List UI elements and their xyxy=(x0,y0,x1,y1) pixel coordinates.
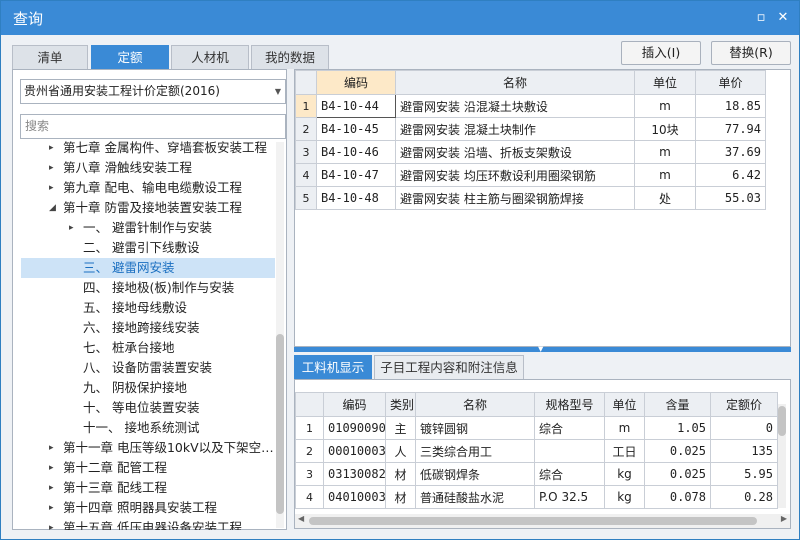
tab-work-content-notes[interactable]: 子目工程内容和附注信息 xyxy=(374,355,524,379)
table-row[interactable]: 1 B4-10-44 避雷网安装 沿混凝土块敷设 m 18.85 xyxy=(295,94,766,118)
tree-node[interactable]: 九、 阴极保护接地 xyxy=(21,378,275,398)
collapse-icon[interactable]: ◢ xyxy=(49,198,56,218)
tree-node[interactable]: 五、 接地母线敷设 xyxy=(21,298,275,318)
expand-icon[interactable]: ▸ xyxy=(49,458,54,478)
replace-button[interactable]: 替换(R) xyxy=(711,41,791,65)
column-header-price[interactable]: 单价 xyxy=(695,70,766,95)
scrollbar-thumb[interactable] xyxy=(309,517,757,525)
expand-icon[interactable]: ▸ xyxy=(49,158,54,178)
quota-tree: ▸ 第七章 金属构件、穿墙套板安装工程 ▸ 第八章 滑触线安装工程 ▸ 第九章 配电、… xyxy=(13,140,275,530)
tab-my-data[interactable]: 我的数据 xyxy=(251,45,329,69)
table-row[interactable]: 3 03130082 材 低碳钢焊条 综合 kg 0.025 5.95 xyxy=(295,462,778,486)
tree-scrollbar[interactable] xyxy=(276,142,284,528)
expand-icon[interactable]: ▸ xyxy=(49,140,54,158)
table-header: 编码 名称 单位 单价 xyxy=(295,70,766,95)
close-icon[interactable]: ✕ xyxy=(775,10,791,26)
tab-material-display[interactable]: 工料机显示 xyxy=(294,355,372,379)
table-header: 编码 类别 名称 规格型号 单位 含量 定额价 xyxy=(295,392,778,417)
tab-labor-material[interactable]: 人材机 xyxy=(171,45,249,69)
corner-cell xyxy=(295,392,324,417)
table-row[interactable]: 4 B4-10-47 避雷网安装 均压环敷设利用圈梁钢筋 m 6.42 xyxy=(295,163,766,187)
expand-icon[interactable]: ▸ xyxy=(49,498,54,518)
left-panel: 贵州省通用安装工程计价定额(2016) ▼ 搜索 ▸ 第七章 金属构件、穿墙套板安… xyxy=(12,69,287,530)
column-header-type[interactable]: 类别 xyxy=(385,392,416,417)
tab-bill[interactable]: 清单 xyxy=(12,45,88,69)
tree-node[interactable]: 六、 接地跨接线安装 xyxy=(21,318,275,338)
table-row[interactable]: 4 04010003 材 普通硅酸盐水泥 P.O 32.5 kg 0.078 0… xyxy=(295,485,778,509)
quota-grid-panel: 编码 名称 单位 单价 1 B4-10-44 避雷网安装 沿混凝土块敷设 m 1… xyxy=(294,69,791,347)
column-header-name[interactable]: 名称 xyxy=(395,70,635,95)
tree-node[interactable]: 七、 桩承台接地 xyxy=(21,338,275,358)
tree-node[interactable]: ▸ 第十一章 电压等级10kV以及下架空… xyxy=(21,438,275,458)
tree-node[interactable]: ▸ 第十三章 配线工程 xyxy=(21,478,275,498)
material-horizontal-scrollbar[interactable]: ◀ ▶ xyxy=(295,514,790,528)
tree-node[interactable]: 二、 避雷引下线敷设 xyxy=(21,238,275,258)
tree-node[interactable]: 四、 接地极(板)制作与安装 xyxy=(21,278,275,298)
tree-node[interactable]: ▸ 第九章 配电、输电电缆敷设工程 xyxy=(21,178,275,198)
scroll-left-icon[interactable]: ◀ xyxy=(298,514,304,523)
tree-node[interactable]: ▸ 第八章 滑触线安装工程 xyxy=(21,158,275,178)
material-table: 编码 类别 名称 规格型号 单位 含量 定额价 1 01090090 主 镀锌圆… xyxy=(295,392,778,509)
material-grid-panel: 编码 类别 名称 规格型号 单位 含量 定额价 1 01090090 主 镀锌圆… xyxy=(294,379,791,529)
column-header-name[interactable]: 名称 xyxy=(415,392,535,417)
tree-node[interactable]: ▸ 第十五章 低压电器设备安装工程 xyxy=(21,518,275,530)
library-select-value: 贵州省通用安装工程计价定额(2016) xyxy=(24,84,220,98)
library-select[interactable]: 贵州省通用安装工程计价定额(2016) ▼ xyxy=(20,79,286,104)
tree-node-selected[interactable]: 三、 避雷网安装 xyxy=(21,258,275,278)
expand-icon[interactable]: ▸ xyxy=(49,178,54,198)
panel-splitter[interactable]: ▼ xyxy=(294,345,791,353)
expand-icon[interactable]: ▸ xyxy=(49,478,54,498)
insert-button[interactable]: 插入(I) xyxy=(621,41,701,65)
table-row[interactable]: 2 00010003 人 三类综合用工 工日 0.025 135 xyxy=(295,439,778,463)
column-header-spec[interactable]: 规格型号 xyxy=(534,392,605,417)
expand-icon[interactable]: ▸ xyxy=(49,518,54,530)
column-header-quantity[interactable]: 含量 xyxy=(644,392,711,417)
table-row[interactable]: 5 B4-10-48 避雷网安装 柱主筋与圈梁钢筋焊接 处 55.03 xyxy=(295,186,766,210)
table-row[interactable]: 3 B4-10-46 避雷网安装 沿墙、折板支架敷设 m 37.69 xyxy=(295,140,766,164)
tree-node[interactable]: 八、 设备防雷装置安装 xyxy=(21,358,275,378)
tree-node[interactable]: ▸ 一、 避雷针制作与安装 xyxy=(21,218,275,238)
column-header-price[interactable]: 定额价 xyxy=(710,392,778,417)
material-vertical-scrollbar[interactable] xyxy=(778,404,786,508)
splitter-handle-icon[interactable]: ▼ xyxy=(538,345,543,353)
chevron-down-icon: ▼ xyxy=(274,87,281,96)
column-header-unit[interactable]: 单位 xyxy=(604,392,645,417)
expand-icon[interactable]: ▸ xyxy=(49,438,54,458)
window-title: 查询 xyxy=(13,10,44,28)
tab-quota[interactable]: 定额 xyxy=(91,45,169,69)
scrollbar-thumb[interactable] xyxy=(778,406,786,436)
column-header-unit[interactable]: 单位 xyxy=(634,70,696,95)
column-header-code[interactable]: 编码 xyxy=(323,392,386,417)
expand-icon[interactable]: ▸ xyxy=(69,218,74,238)
tree-node[interactable]: 十、 等电位装置安装 xyxy=(21,398,275,418)
scroll-right-icon[interactable]: ▶ xyxy=(781,514,787,523)
tree-node[interactable]: ▸ 第十二章 配管工程 xyxy=(21,458,275,478)
scrollbar-thumb[interactable] xyxy=(276,334,284,514)
query-window: 查询 ▫ ✕ 清单 定额 人材机 我的数据 插入(I) 替换(R) 贵州省通用安… xyxy=(0,0,800,540)
maximize-icon[interactable]: ▫ xyxy=(753,10,769,26)
table-row[interactable]: 2 B4-10-45 避雷网安装 混凝土块制作 10块 77.94 xyxy=(295,117,766,141)
tree-node[interactable]: 十一、 接地系统测试 xyxy=(21,418,275,438)
search-input[interactable]: 搜索 xyxy=(20,114,286,139)
tree-node[interactable]: ◢ 第十章 防雷及接地装置安装工程 xyxy=(21,198,275,218)
tree-node[interactable]: ▸ 第十四章 照明器具安装工程 xyxy=(21,498,275,518)
table-row[interactable]: 1 01090090 主 镀锌圆钢 综合 m 1.05 0 xyxy=(295,416,778,440)
corner-cell xyxy=(295,70,317,95)
title-bar: 查询 ▫ ✕ xyxy=(1,1,799,35)
column-header-code[interactable]: 编码 xyxy=(316,70,396,95)
quota-table: 编码 名称 单位 单价 1 B4-10-44 避雷网安装 沿混凝土块敷设 m 1… xyxy=(295,70,766,210)
tree-node[interactable]: ▸ 第七章 金属构件、穿墙套板安装工程 xyxy=(21,140,275,158)
